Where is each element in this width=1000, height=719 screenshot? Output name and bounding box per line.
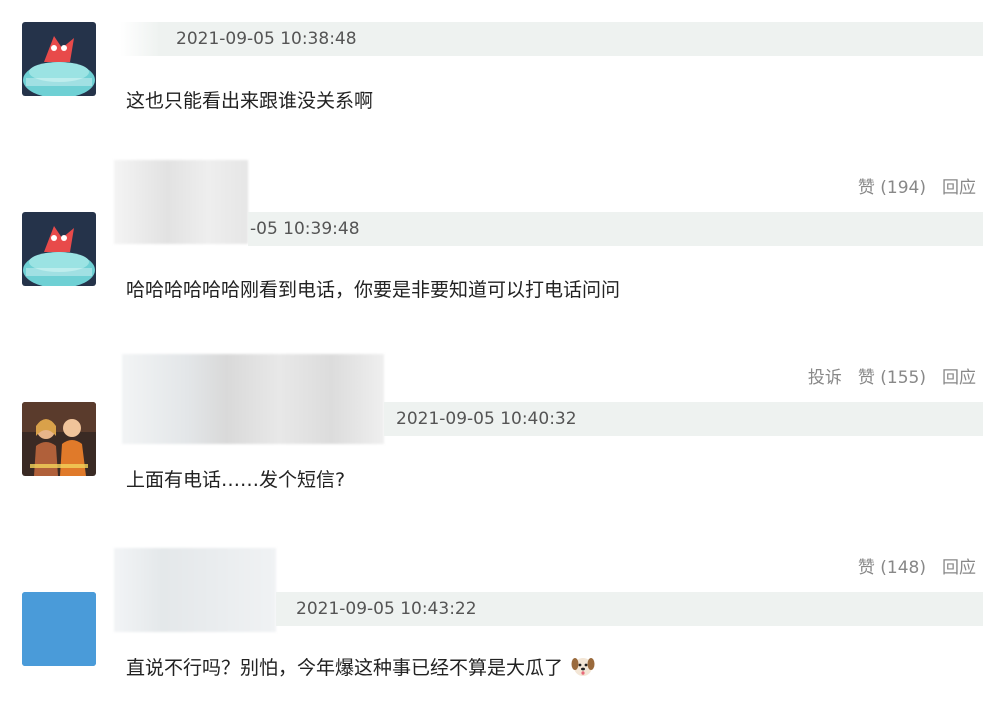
reply-button[interactable]: 回应	[942, 173, 976, 198]
avatar[interactable]	[22, 22, 96, 96]
comment-timestamp: 2021-09-05 10:38:48	[176, 29, 357, 49]
blue-square-avatar-icon	[22, 592, 96, 666]
like-button[interactable]: 赞 (155)	[858, 363, 926, 388]
comment-text: 哈哈哈哈哈哈刚看到电话，你要是非要知道可以打电话问问	[126, 279, 621, 301]
blurred-username	[114, 548, 276, 632]
comment-text: 直说不行吗？别怕，今年爆这种事已经不算是大瓜了	[126, 653, 595, 682]
comment-timestamp: 2021-09-05 10:43:22	[296, 599, 477, 619]
report-button[interactable]: 投诉	[808, 363, 842, 388]
cartoon-cake-avatar-icon	[22, 22, 96, 96]
photo-avatar-icon	[22, 402, 96, 476]
comment-text-content: 直说不行吗？别怕，今年爆这种事已经不算是大瓜了	[126, 657, 564, 679]
comment-timestamp: 2021-09-05 10:40:32	[396, 409, 577, 429]
comment-actions: 投诉 赞 (155) 回应	[808, 363, 976, 388]
comment-text: 上面有电话……发个短信?	[126, 469, 346, 491]
avatar[interactable]	[22, 212, 96, 286]
blurred-username	[122, 354, 384, 444]
dog-face-emoji-icon	[571, 655, 595, 682]
cartoon-cake-avatar-icon	[22, 212, 96, 286]
comment-meta-bar: 2021-09-05 10:40:32	[384, 402, 983, 436]
comment-meta-bar: -05 10:39:48	[248, 212, 983, 246]
avatar[interactable]	[22, 592, 96, 666]
blurred-username	[114, 160, 248, 244]
like-button[interactable]: 赞 (194)	[858, 173, 926, 198]
comment-meta-bar: 2021-09-05 10:38:48	[120, 22, 983, 56]
comment-actions: 赞 (148) 回应	[858, 553, 976, 578]
comment-meta-bar: 2021-09-05 10:43:22	[276, 592, 983, 626]
like-button[interactable]: 赞 (148)	[858, 553, 926, 578]
comment-timestamp: -05 10:39:48	[250, 219, 360, 239]
comment-actions: 赞 (194) 回应	[858, 173, 976, 198]
comment-text: 这也只能看出来跟谁没关系啊	[126, 90, 374, 112]
reply-button[interactable]: 回应	[942, 363, 976, 388]
reply-button[interactable]: 回应	[942, 553, 976, 578]
avatar[interactable]	[22, 402, 96, 476]
